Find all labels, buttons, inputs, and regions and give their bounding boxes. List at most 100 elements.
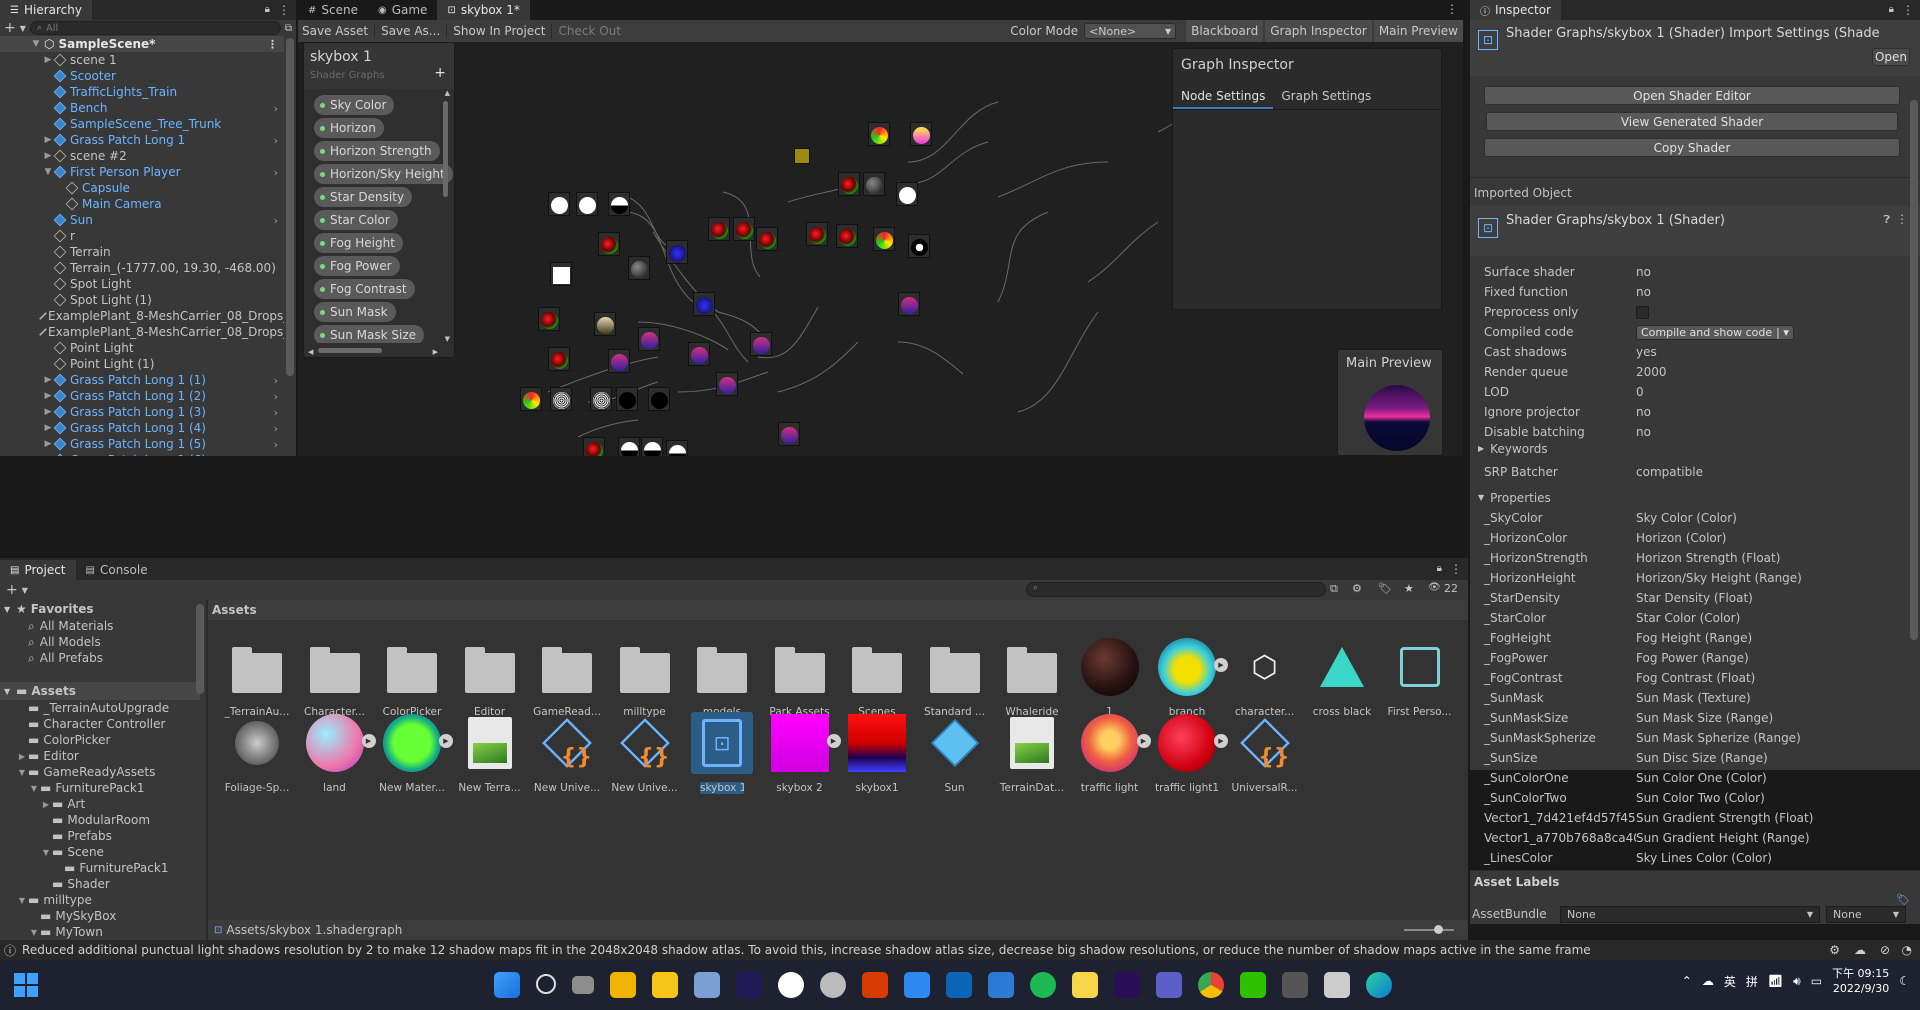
help-icon[interactable]: ❓︎ — [1883, 213, 1890, 227]
hierarchy-item[interactable]: Point Light — [0, 340, 284, 356]
kebab-menu-icon[interactable]: ⋮ — [267, 38, 278, 51]
expand-arrow-icon[interactable]: ▼ — [16, 896, 28, 905]
show-in-project-button[interactable]: Show In Project — [446, 24, 551, 38]
hierarchy-item[interactable]: ▶ Grass Patch Long 1 (4) › — [0, 420, 284, 436]
blackboard-property[interactable]: Fog Contrast — [314, 279, 415, 299]
tab-skybox[interactable]: ⊡ skybox 1* — [437, 0, 530, 20]
preview-sphere[interactable] — [1364, 385, 1430, 451]
main-preview-toggle[interactable]: Main Preview — [1373, 20, 1463, 42]
expand-arrow-icon[interactable]: ▶ — [42, 55, 54, 65]
save-asset-button[interactable]: Save Asset — [298, 24, 374, 38]
widgets-icon[interactable] — [610, 972, 636, 998]
favorite-item[interactable]: ⌕ All Models — [0, 634, 200, 650]
kebab-menu-icon[interactable]: ⋮ — [1902, 0, 1914, 20]
asset-item[interactable]: ▶ skybox 2 — [761, 712, 841, 794]
asset-item[interactable]: ▶ branch — [1148, 636, 1228, 718]
open-shader-editor-button[interactable]: Open Shader Editor — [1484, 86, 1900, 105]
windows-start-icon[interactable] — [494, 972, 520, 998]
view-generated-shader-button[interactable]: View Generated Shader — [1486, 112, 1898, 131]
graph-node[interactable] — [716, 372, 738, 396]
graph-node[interactable] — [548, 192, 570, 216]
graph-node[interactable] — [898, 292, 920, 316]
asset-item[interactable]: Park Assets — [761, 636, 839, 718]
blackboard-property[interactable]: Horizon Strength — [314, 141, 440, 161]
webex-icon[interactable] — [778, 972, 804, 998]
zoom-slider-handle[interactable] — [1434, 925, 1443, 934]
progress-icon[interactable]: ◔ — [1902, 943, 1912, 957]
add-property-button[interactable]: + — [434, 65, 446, 81]
blackboard-hscrollbar[interactable] — [318, 348, 382, 353]
asset-bundle-select[interactable]: None ▼ — [1560, 906, 1820, 923]
favorite-item[interactable]: ⌕ All Materials — [0, 618, 200, 634]
asset-item[interactable]: ColorPicker — [373, 636, 451, 718]
graph-node[interactable] — [608, 349, 630, 373]
hidden-packages-icon[interactable]: 👁︎ — [1428, 582, 1441, 593]
notes-icon[interactable] — [1072, 972, 1098, 998]
asset-folder-item[interactable]: ▬ MySkyBox — [0, 908, 200, 924]
graph-node[interactable] — [756, 227, 778, 251]
project-search[interactable]: ⌕ — [1026, 582, 1326, 597]
teams-icon[interactable] — [1156, 972, 1182, 998]
ime-mode[interactable]: 拼 — [1746, 973, 1758, 990]
project-tree-scrollbar[interactable] — [196, 604, 204, 694]
hierarchy-item[interactable]: ▶ Grass Patch Long 1 (6) › — [0, 452, 284, 456]
graph-node[interactable] — [708, 217, 730, 241]
blackboard-property[interactable]: Sun Mask — [314, 302, 396, 322]
wifi-icon[interactable]: 📶︎ — [1768, 974, 1783, 988]
asset-item[interactable]: Character... — [296, 636, 374, 718]
graph-node[interactable] — [908, 234, 930, 258]
asset-item[interactable]: cross black — [1303, 636, 1381, 718]
tag-icon[interactable]: 🏷︎ — [1896, 893, 1910, 906]
breadcrumb-assets[interactable]: Assets — [212, 603, 257, 617]
cloud-icon[interactable]: ☁︎ — [1854, 943, 1866, 957]
photos-icon[interactable] — [694, 972, 720, 998]
hierarchy-item[interactable]: Bench › — [0, 100, 284, 116]
scene-root-row[interactable]: ▼ ⬡ SampleScene* ⋮ — [0, 36, 284, 52]
unity-hub-icon[interactable] — [1282, 972, 1308, 998]
scroll-left-icon[interactable]: ◀ — [308, 348, 313, 356]
expand-arrow-icon[interactable]: ▶ — [42, 151, 54, 161]
hierarchy-item[interactable]: Terrain — [0, 244, 284, 260]
asset-folder-item[interactable]: ▶ ▬ Editor — [0, 748, 200, 764]
lock-icon[interactable]: 🔒︎ — [1889, 0, 1894, 20]
tab-scene[interactable]: # Scene — [298, 0, 368, 20]
chevron-right-icon[interactable]: › — [274, 214, 278, 227]
expand-arrow-icon[interactable]: ▼ — [42, 167, 54, 177]
properties-foldout[interactable]: ▼ Properties — [1478, 491, 1551, 505]
search-by-label-icon[interactable]: ⚙︎ — [1352, 582, 1362, 595]
volume-icon[interactable]: 🔊︎ — [1793, 974, 1801, 989]
graph-node[interactable] — [666, 240, 688, 264]
expand-arrow-icon[interactable]: ▶ — [42, 407, 54, 417]
expand-arrow-icon[interactable]: ▶ — [42, 135, 54, 145]
status-message[interactable]: Reduced additional punctual light shadow… — [22, 943, 1822, 957]
expand-arrow-icon[interactable]: ▶ — [42, 375, 54, 385]
graph-node[interactable] — [688, 342, 710, 366]
blackboard-toggle[interactable]: Blackboard — [1186, 20, 1264, 42]
media-encoder-icon[interactable] — [736, 972, 762, 998]
hierarchy-item[interactable]: Sun › — [0, 212, 284, 228]
hierarchy-item[interactable]: ExamplePlant_8-MeshCarrier_08_Drops_1-Ta… — [0, 324, 284, 340]
chevron-right-icon[interactable]: › — [274, 374, 278, 387]
asset-folder-item[interactable]: ▬ _TerrainAutoUpgrade — [0, 700, 200, 716]
hierarchy-item[interactable]: Spot Light — [0, 276, 284, 292]
hierarchy-item[interactable]: ▶ scene 1 — [0, 52, 284, 68]
open-button[interactable]: Open — [1872, 48, 1910, 66]
asset-item[interactable]: {} New Unive... — [528, 712, 606, 794]
expand-arrow-icon[interactable]: ▼ — [16, 768, 28, 777]
star-icon[interactable]: ★ — [1404, 582, 1414, 595]
asset-item[interactable]: New Terra... — [451, 712, 529, 794]
unity-editor-icon[interactable] — [1324, 972, 1350, 998]
hierarchy-item[interactable]: ▶ Grass Patch Long 1 › — [0, 132, 284, 148]
onedrive-icon[interactable]: ☁︎ — [1702, 974, 1714, 988]
asset-item[interactable]: milltype — [606, 636, 684, 718]
asset-folder-item[interactable]: ▶ ▬ Art — [0, 796, 200, 812]
hierarchy-item[interactable]: Terrain_(-1777.00, 19.30, -468.00) — [0, 260, 284, 276]
add-icon[interactable]: + — [6, 582, 18, 598]
chevron-up-icon[interactable]: ⌃ — [1682, 974, 1692, 988]
bug-icon[interactable]: ⚙︎ — [1829, 943, 1840, 957]
asset-item[interactable]: Foliage-Sp... — [218, 712, 296, 794]
chevron-right-icon[interactable]: › — [274, 102, 278, 115]
mail-icon[interactable] — [988, 972, 1014, 998]
asset-folder-item[interactable]: ▬ Character Controller — [0, 716, 200, 732]
graph-node[interactable] — [778, 422, 800, 446]
